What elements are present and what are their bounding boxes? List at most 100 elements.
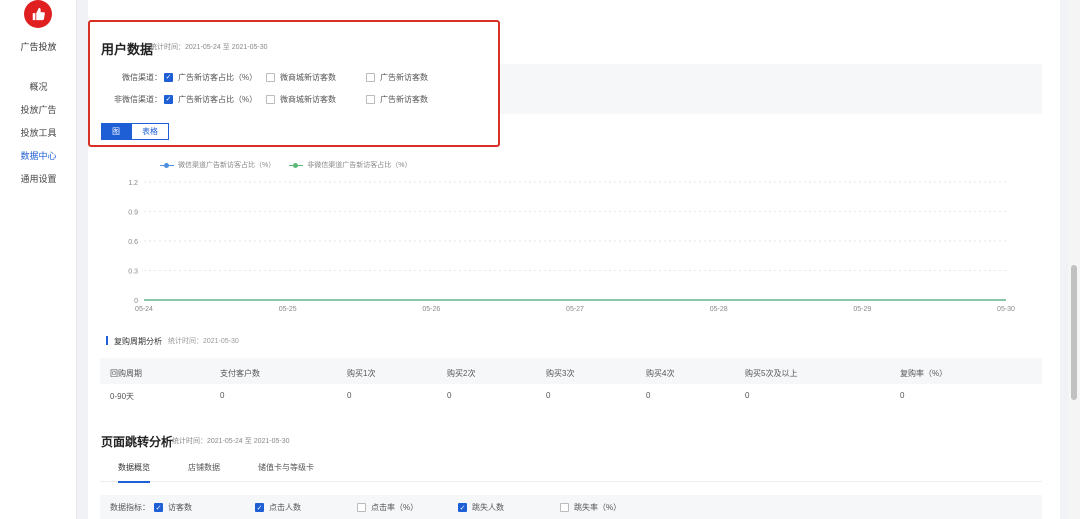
repurchase-title: 复购周期分析 <box>114 337 162 346</box>
checkbox-icon <box>366 72 375 82</box>
table-header-cell: 回购周期 <box>110 369 142 378</box>
page-jump-title: 页面跳转分析 <box>101 435 174 449</box>
x-tick-label: 05-30 <box>997 306 1015 313</box>
line-chart: 0 0.3 0.6 0.9 1.2 05-24 05-25 05-26 05-27 05-28 05… <box>128 180 1015 313</box>
table-cell: 0 <box>220 391 225 400</box>
tab-store-data[interactable]: 店铺数据 <box>188 462 220 483</box>
user-data-title: 用户数据 <box>101 42 154 57</box>
table-cell: 0 <box>546 391 551 400</box>
table-cell: 0-90天 <box>110 392 135 401</box>
check-icon: ✓ <box>164 72 173 82</box>
legend-label: 非微信渠道广告新访客占比（%） <box>307 162 412 169</box>
table-cell: 0 <box>347 391 352 400</box>
x-tick-label: 05-27 <box>566 306 584 313</box>
y-tick-label: 0.3 <box>128 269 138 276</box>
checkbox-icon <box>266 94 275 104</box>
user-data-stat-time: 统计时间：2021-05-24 至 2021-05-30 <box>150 44 268 51</box>
app-title: 广告投放 <box>20 42 57 52</box>
metric-filter-row: 数据指标： ✓ 访客数 ✓ 点击人数 点击率（%） ✓ 跳失人数 跳失率（%） <box>110 502 621 513</box>
section-accent-bar <box>106 336 108 345</box>
metric-bounce-users-checkbox[interactable]: ✓ 跳失人数 <box>458 502 560 513</box>
repurchase-stat-time: 统计时间：2021-05-30 <box>168 338 239 345</box>
checkbox-icon <box>357 503 366 512</box>
y-tick-label: 0.9 <box>128 210 138 217</box>
metric-bounce-rate-checkbox[interactable]: 跳失率（%） <box>560 502 621 513</box>
table-header-cell: 购买4次 <box>646 369 675 378</box>
table-header-cell: 支付客户数 <box>220 369 260 378</box>
x-tick-label: 05-25 <box>279 306 297 313</box>
thumbs-up-icon[interactable] <box>24 0 52 28</box>
table-cell: 0 <box>900 391 905 400</box>
wechat-mall-new-checkbox[interactable]: 微商城新访客数 <box>266 72 366 83</box>
table-header-cell: 购买1次 <box>347 369 376 378</box>
nonwechat-ad-new-ratio-checkbox[interactable]: ✓ 广告新访客占比（%） <box>164 94 266 105</box>
checkbox-icon <box>560 503 569 512</box>
legend-marker <box>160 162 174 168</box>
option-label: 点击人数 <box>269 503 301 512</box>
x-tick-label: 05-28 <box>710 306 728 313</box>
sidebar-item-data-center[interactable]: 数据中心 <box>0 145 77 168</box>
table-header-cell: 购买3次 <box>546 369 575 378</box>
page-jump-tabs: 数据概览 店铺数据 储值卡与等级卡 <box>118 462 352 483</box>
scrollbar-thumb[interactable] <box>1071 265 1077 400</box>
y-tick-label: 1.2 <box>128 180 138 187</box>
wechat-filter-row: 微信渠道： ✓ 广告新访客占比（%） 微商城新访客数 广告新访客数 <box>100 70 428 84</box>
table-header-cell: 复购率（%） <box>900 369 948 378</box>
tab-stored-value-card[interactable]: 储值卡与等级卡 <box>258 462 314 483</box>
view-toggle: 图 表格 <box>101 123 169 140</box>
page-jump-stat-time: 统计时间：2021-05-24 至 2021-05-30 <box>172 438 290 445</box>
nonwechat-mall-new-checkbox[interactable]: 微商城新访客数 <box>266 94 366 105</box>
wechat-ad-new-checkbox[interactable]: 广告新访客数 <box>366 72 428 83</box>
checkbox-icon <box>266 72 275 82</box>
legend-marker <box>289 162 304 168</box>
table-view-button[interactable]: 表格 <box>131 123 169 140</box>
option-label: 广告新访客占比（%） <box>178 72 258 82</box>
option-label: 广告新访客数 <box>380 94 428 104</box>
table-cell: 0 <box>646 391 651 400</box>
option-label: 点击率（%） <box>371 503 419 512</box>
option-label: 跳失人数 <box>472 503 504 512</box>
sidebar: 广告投放 概况 投放广告 投放工具 数据中心 通用设置 <box>0 0 77 519</box>
scrollbar[interactable] <box>1068 0 1080 519</box>
chart-legend: 微信渠道广告新访客占比（%） 非微信渠道广告新访客占比（%） <box>160 160 425 170</box>
x-tick-label: 05-24 <box>135 306 153 313</box>
option-label: 广告新访客数 <box>380 72 428 82</box>
option-label: 微商城新访客数 <box>280 94 336 104</box>
legend-item-wechat[interactable]: 微信渠道广告新访客占比（%） <box>160 160 275 170</box>
table-header-cell: 购买5次及以上 <box>745 369 798 378</box>
sidebar-item-settings[interactable]: 通用设置 <box>0 168 77 191</box>
metric-clickers-checkbox[interactable]: ✓ 点击人数 <box>255 502 357 513</box>
x-tick-label: 05-26 <box>422 306 440 313</box>
metric-visitors-checkbox[interactable]: ✓ 访客数 <box>154 502 255 513</box>
check-icon: ✓ <box>255 503 264 512</box>
metric-label: 数据指标： <box>110 503 150 512</box>
legend-label: 微信渠道广告新访客占比（%） <box>178 162 276 169</box>
nonwechat-ad-new-checkbox[interactable]: 广告新访客数 <box>366 94 428 105</box>
nonwechat-channel-label: 非微信渠道： <box>114 94 162 104</box>
sidebar-item-ad-tools[interactable]: 投放工具 <box>0 122 77 145</box>
nonwechat-filter-row: 非微信渠道： ✓ 广告新访客占比（%） 微商城新访客数 广告新访客数 <box>100 92 428 106</box>
option-label: 微商城新访客数 <box>280 72 336 82</box>
wechat-channel-label: 微信渠道： <box>122 72 162 82</box>
option-label: 广告新访客占比（%） <box>178 94 258 104</box>
x-tick-label: 05-29 <box>853 306 871 313</box>
check-icon: ✓ <box>458 503 467 512</box>
check-icon: ✓ <box>164 94 173 104</box>
check-icon: ✓ <box>154 503 163 512</box>
option-label: 跳失率（%） <box>574 503 622 512</box>
checkbox-icon <box>366 94 375 104</box>
sidebar-item-overview[interactable]: 概况 <box>0 76 77 99</box>
y-tick-label: 0.6 <box>128 239 138 246</box>
sidebar-nav: 概况 投放广告 投放工具 数据中心 通用设置 <box>0 76 77 191</box>
sidebar-item-place-ads[interactable]: 投放广告 <box>0 99 77 122</box>
table-cell: 0 <box>745 391 750 400</box>
table-cell: 0 <box>447 391 452 400</box>
graph-view-button[interactable]: 图 <box>101 123 131 140</box>
legend-item-nonwechat[interactable]: 非微信渠道广告新访客占比（%） <box>289 160 411 170</box>
metric-click-rate-checkbox[interactable]: 点击率（%） <box>357 502 458 513</box>
option-label: 访客数 <box>168 503 192 512</box>
tab-data-overview[interactable]: 数据概览 <box>118 462 150 483</box>
table-header-cell: 购买2次 <box>447 369 476 378</box>
wechat-ad-new-ratio-checkbox[interactable]: ✓ 广告新访客占比（%） <box>164 72 266 83</box>
y-tick-label: 0 <box>134 298 138 305</box>
